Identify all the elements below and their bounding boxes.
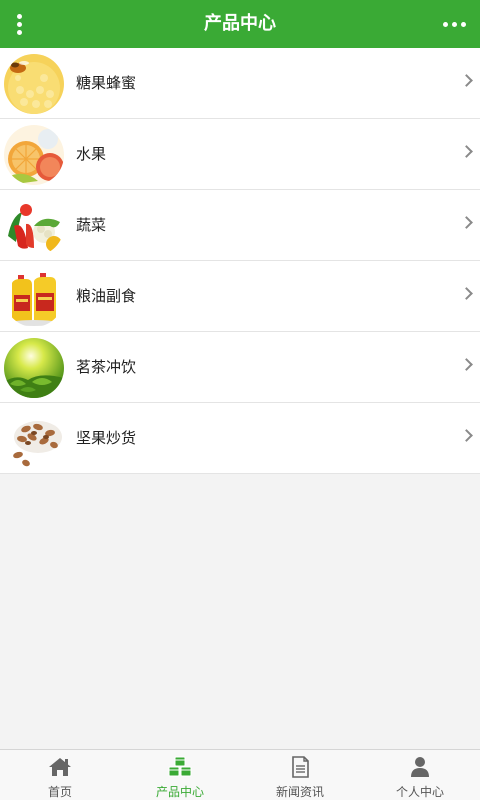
nuts-thumbnail xyxy=(4,409,64,469)
tab-label: 产品中心 xyxy=(155,785,204,799)
tab-profile[interactable]: 个人中心 xyxy=(360,750,480,800)
tab-label: 新闻资讯 xyxy=(275,785,324,799)
chevron-right-icon xyxy=(460,74,473,87)
tab-products[interactable]: 产品中心 xyxy=(120,750,240,800)
honey-thumbnail xyxy=(4,54,64,114)
category-label: 坚果炒货 xyxy=(76,429,137,447)
bottom-tab-bar: 首页 产品中心 新闻资讯 个人中心 xyxy=(0,749,480,800)
horizontal-dots-icon[interactable] xyxy=(440,8,468,40)
tab-home[interactable]: 首页 xyxy=(0,750,120,800)
category-list: 糖果蜂蜜 水果 蔬菜 粮油副食 茗茶冲饮 坚果炒货 xyxy=(0,48,480,474)
category-label: 茗茶冲饮 xyxy=(76,358,137,376)
category-item-fruit[interactable]: 水果 xyxy=(0,119,480,190)
category-item-honey[interactable]: 糖果蜂蜜 xyxy=(0,48,480,119)
category-label: 糖果蜂蜜 xyxy=(76,74,137,92)
chevron-right-icon xyxy=(460,216,473,229)
user-icon xyxy=(407,756,433,778)
chevron-right-icon xyxy=(460,429,473,442)
page-title: 产品中心 xyxy=(204,13,276,34)
category-item-tea[interactable]: 茗茶冲饮 xyxy=(0,332,480,403)
grain-oil-thumbnail xyxy=(4,267,64,327)
category-item-vegetables[interactable]: 蔬菜 xyxy=(0,190,480,261)
cubes-icon xyxy=(167,756,193,778)
fruit-thumbnail xyxy=(4,125,64,185)
category-item-grain-oil[interactable]: 粮油副食 xyxy=(0,261,480,332)
category-label: 蔬菜 xyxy=(76,216,107,234)
chevron-right-icon xyxy=(460,358,473,371)
chevron-right-icon xyxy=(460,287,473,300)
home-icon xyxy=(47,756,73,778)
tea-thumbnail xyxy=(4,338,64,398)
category-label: 粮油副食 xyxy=(76,287,137,305)
tab-label: 个人中心 xyxy=(395,785,444,799)
tab-label: 首页 xyxy=(47,785,72,799)
document-icon xyxy=(287,756,313,778)
vegetables-thumbnail xyxy=(4,196,64,256)
chevron-right-icon xyxy=(460,145,473,158)
tab-news[interactable]: 新闻资讯 xyxy=(240,750,360,800)
category-item-nuts[interactable]: 坚果炒货 xyxy=(0,403,480,474)
category-label: 水果 xyxy=(76,145,107,163)
top-bar: 产品中心 xyxy=(0,0,480,48)
